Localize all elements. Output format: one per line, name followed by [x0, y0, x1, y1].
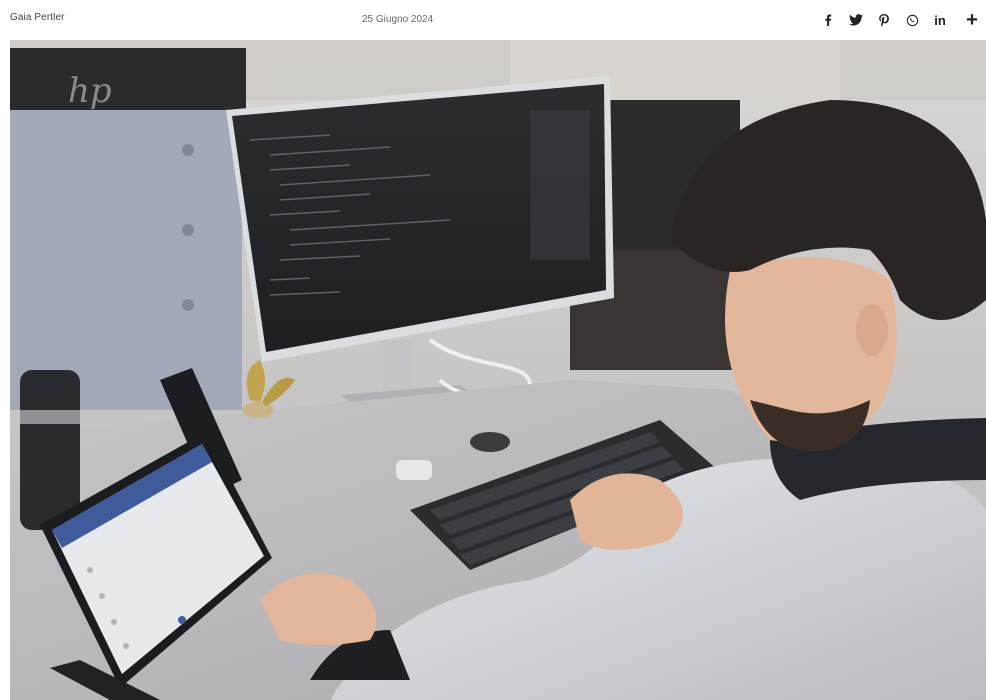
facebook-icon [825, 14, 832, 26]
twitter-share-button[interactable] [842, 8, 870, 32]
author-name[interactable]: Gaia Pertler [10, 12, 65, 23]
whatsapp-icon [906, 14, 918, 26]
publish-date: 25 Giugno 2024 [362, 14, 434, 25]
article-meta-bar: Gaia Pertler 25 Giugno 2024 in + [0, 0, 986, 40]
twitter-icon [849, 14, 863, 26]
back-monitor-hp: hp [10, 48, 246, 120]
pinterest-share-button[interactable] [870, 8, 898, 32]
article-hero-photo: hp [10, 40, 986, 700]
facebook-share-button[interactable] [814, 8, 842, 32]
whatsapp-share-button[interactable] [898, 8, 926, 32]
more-share-button[interactable]: + [958, 8, 986, 32]
linkedin-icon: in [934, 12, 946, 28]
linkedin-share-button[interactable]: in [926, 8, 954, 32]
share-bar: in + [814, 8, 986, 32]
pinterest-icon [879, 13, 889, 27]
plus-icon: + [966, 8, 978, 31]
office-scene-illustration: hp [10, 40, 986, 700]
hp-logo: hp [68, 71, 112, 111]
water-bottle [20, 370, 80, 530]
